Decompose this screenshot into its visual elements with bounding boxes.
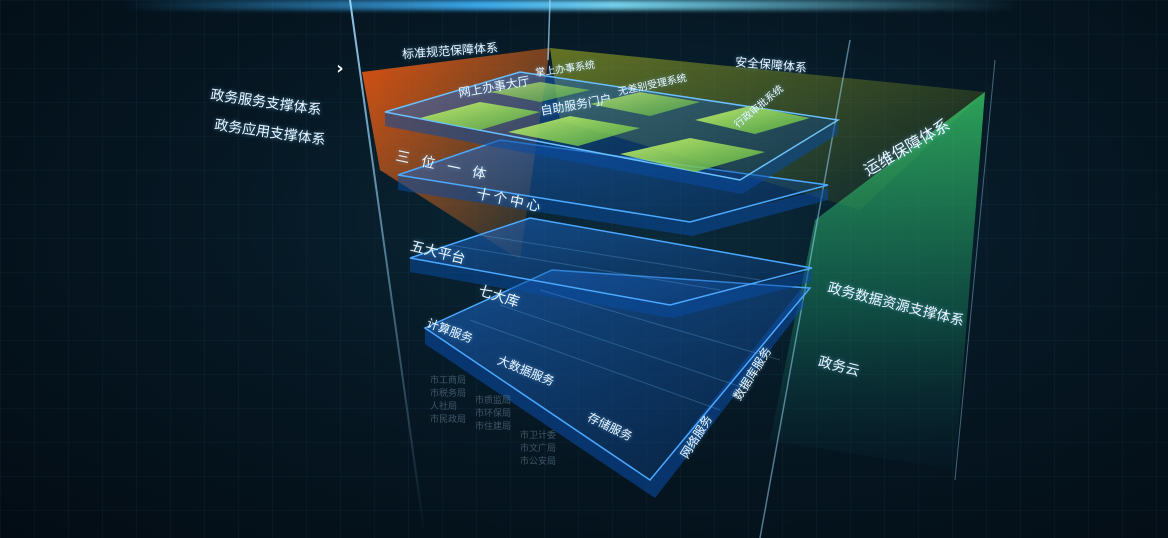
faint-text-mid: 市质监局 市环保局 市住建局 (475, 396, 512, 432)
chevron-right-icon: › (336, 57, 344, 79)
faint-text-left: 市工商局 市税务局 人社局 市民政局 (430, 376, 467, 425)
diagram-graphics (349, 0, 996, 538)
next-arrow-button[interactable]: › (330, 57, 350, 79)
faint-text-mid2: 市卫计委 市文广局 市公安局 (520, 431, 557, 467)
architecture-diagram: › 市工商局 市税务局 人社局 市民政局 市质监局 市环保局 市住建局 市卫计委… (0, 0, 1168, 538)
beam-center (547, 0, 551, 61)
